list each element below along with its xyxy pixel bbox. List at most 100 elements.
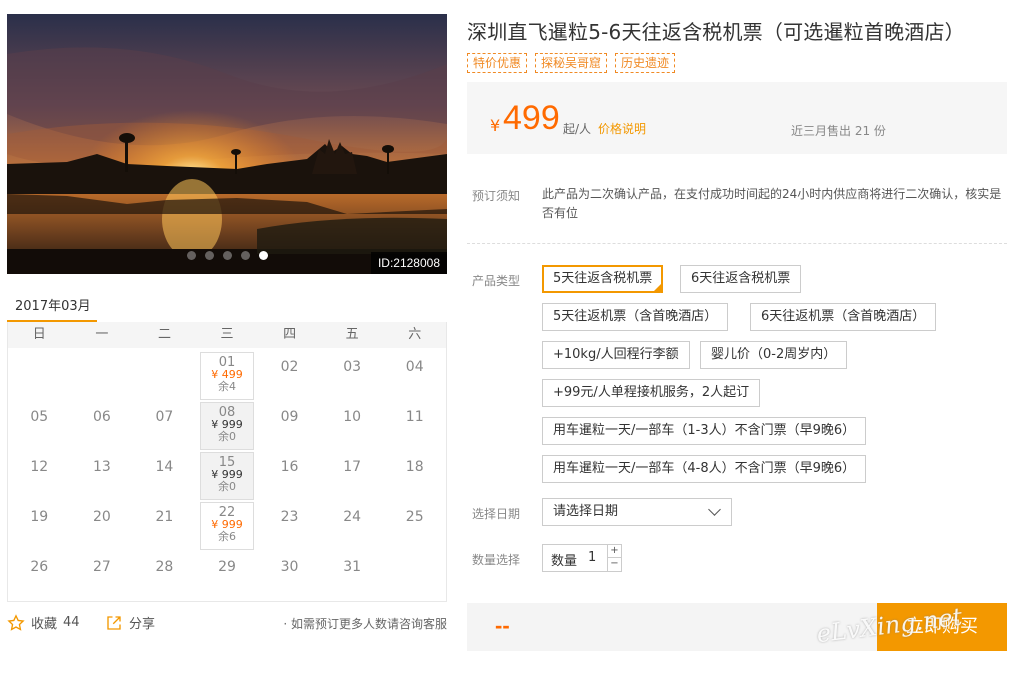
product-option[interactable]: +99元/人单程接机服务，2人起订	[542, 379, 761, 407]
calendar-empty-cell	[8, 350, 71, 400]
product-option-selected[interactable]: 5天往返含税机票 ✓	[542, 265, 664, 300]
product-image[interactable]: ID:2128008	[7, 14, 447, 274]
sold-count: 近三月售出 21 份	[791, 124, 886, 138]
share-label: 分享	[129, 617, 156, 632]
product-option[interactable]: 5天往返机票（含首晚酒店）	[542, 303, 729, 331]
quantity-label: 数量选择	[472, 553, 521, 567]
calendar-day: 09	[280, 409, 299, 425]
price-panel: ¥ 499 起/人 价格说明 近三月售出 21 份	[467, 82, 1007, 154]
calendar-day-available[interactable]: 08 ¥ 999 余0	[199, 402, 255, 450]
weekday-label: 三	[220, 327, 234, 342]
calendar-day: 10	[343, 409, 362, 425]
divider	[467, 243, 1007, 244]
calendar-empty-cell	[133, 350, 196, 400]
carousel-dot[interactable]	[223, 251, 232, 260]
carousel-dot-active[interactable]	[259, 251, 268, 260]
product-tags: 特价优惠 探秘吴哥窟 历史遗迹	[467, 53, 676, 73]
consult-tip: · 如需预订更多人数请咨询客服	[283, 617, 447, 631]
currency-symbol: ¥	[490, 116, 501, 135]
product-option[interactable]: 婴儿价（0-2周岁内）	[700, 341, 848, 369]
product-title: 深圳直飞暹粒5-6天往返含税机票（可选暹粒首晚酒店）	[467, 20, 965, 44]
calendar-day-remaining: 余4	[217, 380, 236, 393]
image-carousel-dots	[187, 251, 268, 260]
price-amount: 499	[503, 99, 560, 137]
price-explain-link[interactable]: 价格说明	[598, 120, 646, 137]
price-unit: 起/人	[563, 122, 592, 136]
quantity-field-label: 数量	[551, 554, 578, 569]
total-price: --	[495, 613, 510, 638]
product-option[interactable]: +10kg/人回程行李额	[542, 341, 690, 369]
date-select[interactable]: 请选择日期	[542, 498, 732, 526]
calendar-weekday-header: 日 一 二 三 四 五 六	[8, 322, 446, 348]
share-button[interactable]: 分享	[105, 613, 155, 632]
calendar-day: 31	[343, 559, 362, 575]
calendar-day-available[interactable]: 01 ¥ 499 余4	[199, 352, 255, 400]
calendar-day-remaining: 余6	[217, 530, 236, 543]
calendar-day: 27	[92, 559, 111, 575]
calendar-day: 07	[155, 409, 174, 425]
product-option[interactable]: 用车暹粒一天/一部车（4-8人）不含门票（早9晚6）	[542, 455, 867, 483]
calendar-day: 26	[30, 559, 49, 575]
calendar-day-remaining: 余0	[217, 480, 236, 493]
product-option[interactable]: 用车暹粒一天/一部车（1-3人）不含门票（早9晚6）	[542, 417, 867, 445]
calendar-day: 28	[155, 559, 174, 575]
notice-label: 预订须知	[472, 189, 521, 203]
buy-now-button[interactable]: 立即购买	[877, 603, 1007, 651]
calendar-day: 03	[343, 359, 362, 375]
calendar-day-available[interactable]: 22 ¥ 999 余6	[199, 502, 255, 550]
weekday-label: 六	[408, 327, 422, 342]
product-option[interactable]: 6天往返机票（含首晚酒店）	[750, 303, 937, 331]
carousel-dot[interactable]	[241, 251, 250, 260]
calendar-day: 05	[30, 409, 49, 425]
favorite-label: 收藏	[31, 617, 58, 632]
calendar-day: 02	[280, 359, 299, 375]
chevron-down-icon	[708, 503, 721, 516]
quantity-stepper: 数量 1 + −	[542, 544, 622, 572]
calendar-day: 25	[405, 509, 424, 525]
share-icon	[107, 615, 121, 630]
product-option-label: 5天往返含税机票	[553, 271, 653, 286]
calendar-day: 21	[155, 509, 174, 525]
calendar-day: 17	[343, 459, 362, 475]
calendar-day: 06	[92, 409, 111, 425]
product-option[interactable]: 6天往返含税机票	[680, 265, 802, 293]
calendar-day-remaining: 余0	[217, 430, 236, 443]
notice-text: 此产品为二次确认产品，在支付成功时间起的24小时内供应商将进行二次确认，核实是否…	[542, 187, 1002, 220]
tag-badge[interactable]: 历史遗迹	[615, 53, 676, 73]
calendar-day: 13	[92, 459, 111, 475]
weekday-label: 一	[95, 327, 109, 342]
tag-badge[interactable]: 探秘吴哥窟	[535, 53, 608, 73]
calendar-day: 23	[280, 509, 299, 525]
tag-badge[interactable]: 特价优惠	[467, 53, 528, 73]
sunset-temple-photo	[7, 14, 447, 274]
calendar: 日 一 二 三 四 五 六 01 ¥ 499 余4 02 03 04 05 06 07 08 ¥ 9…	[7, 322, 447, 602]
quantity-plus-button[interactable]: +	[607, 545, 621, 558]
quantity-minus-button[interactable]: −	[607, 558, 621, 571]
carousel-dot[interactable]	[205, 251, 214, 260]
favorite-count: 44	[63, 615, 80, 630]
calendar-month-tab[interactable]: 2017年03月	[7, 290, 97, 323]
star-icon	[7, 613, 25, 631]
calendar-day-grid: 01 ¥ 499 余4 02 03 04 05 06 07 08 ¥ 999 余0 09 10 11 12 13…	[8, 348, 446, 600]
calendar-day: 12	[30, 459, 49, 475]
calendar-day: 16	[280, 459, 299, 475]
calendar-day: 20	[92, 509, 111, 525]
calendar-day: 04	[405, 359, 424, 375]
favorite-button[interactable]: 收藏 44	[7, 613, 80, 632]
date-select-placeholder: 请选择日期	[553, 504, 619, 519]
calendar-day: 30	[280, 559, 299, 575]
calendar-day: 24	[343, 509, 362, 525]
calendar-day: 19	[30, 509, 49, 525]
date-label: 选择日期	[472, 507, 521, 521]
share-bar: 收藏 44 分享 · 如需预订更多人数请咨询客服	[7, 613, 447, 633]
calendar-day: 29	[218, 559, 236, 575]
selected-check-icon: ✓	[652, 282, 664, 300]
weekday-label: 四	[283, 327, 297, 342]
quantity-value[interactable]: 1	[588, 550, 596, 565]
calendar-day: 14	[155, 459, 174, 475]
carousel-dot[interactable]	[187, 251, 196, 260]
weekday-label: 日	[32, 327, 46, 342]
calendar-day: 18	[405, 459, 424, 475]
calendar-day: 11	[405, 409, 424, 425]
calendar-day-available[interactable]: 15 ¥ 999 余0	[199, 452, 255, 500]
